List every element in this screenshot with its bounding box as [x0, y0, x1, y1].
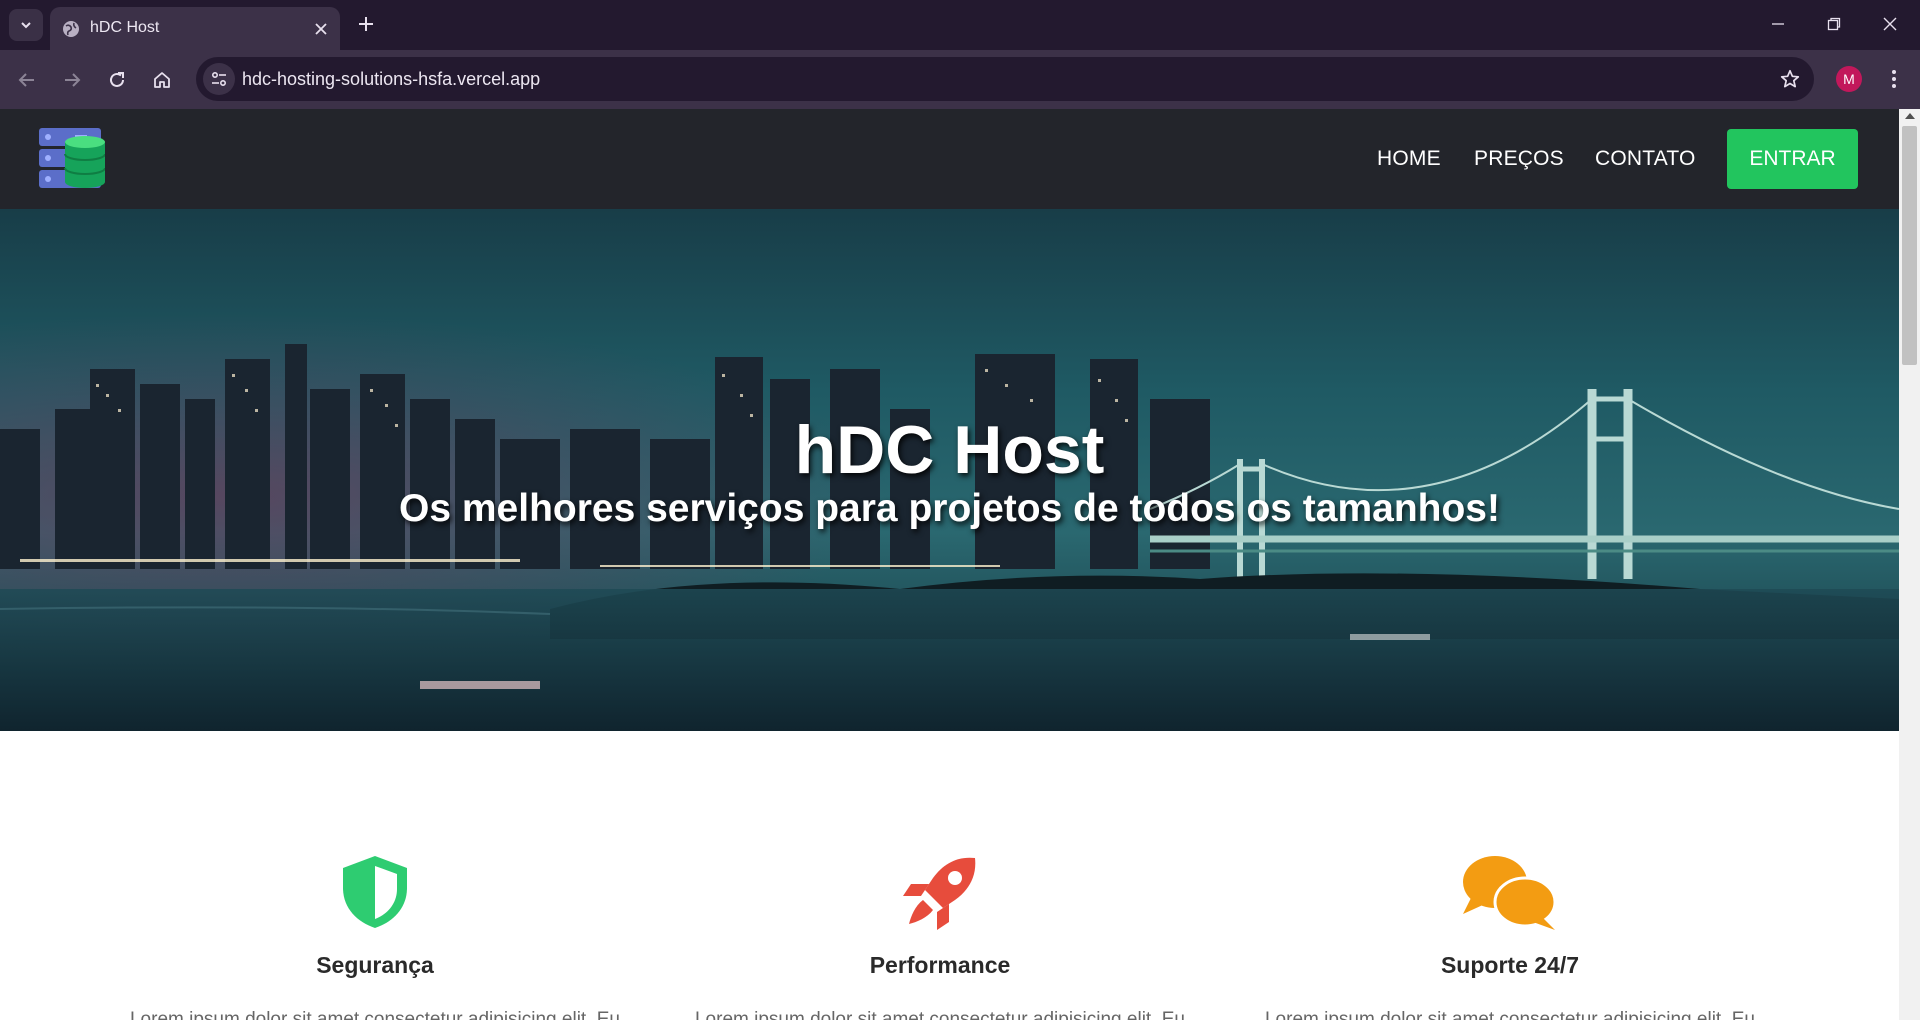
feature-card-performance: Performance Lorem ipsum dolor sit amet c… — [660, 854, 1220, 1020]
minimize-button[interactable] — [1750, 0, 1806, 48]
page-viewport: HOME PREÇOS CONTATO ENTRAR hDC Host Os m… — [0, 109, 1899, 1020]
site-info-button[interactable] — [203, 63, 235, 95]
chevron-down-icon — [21, 22, 31, 29]
feature-card-seguranca: Segurança Lorem ipsum dolor sit amet con… — [95, 854, 655, 1020]
chat-bubbles-icon — [1463, 856, 1557, 930]
plus-icon — [359, 17, 373, 31]
close-icon — [1883, 17, 1897, 31]
profile-avatar[interactable]: M — [1836, 66, 1862, 92]
feature-card-suporte: Suporte 24/7 Lorem ipsum dolor sit amet … — [1230, 854, 1790, 1020]
browser-tab[interactable]: hDC Host — [50, 7, 340, 50]
nav-home-link[interactable]: HOME — [1377, 147, 1441, 171]
globe-icon — [63, 21, 79, 37]
new-tab-button[interactable] — [352, 10, 380, 38]
scrollbar-thumb[interactable] — [1902, 126, 1917, 365]
back-button[interactable] — [10, 63, 44, 97]
feature-text: Lorem ipsum dolor sit amet consectetur a… — [1264, 1009, 1755, 1020]
restore-button[interactable] — [1806, 0, 1862, 48]
browser-menu-icon[interactable] — [1879, 64, 1909, 94]
browser-tab-bar: hDC Host — [0, 0, 1920, 50]
hero-section: hDC Host Os melhores serviços para proje… — [0, 209, 1899, 731]
forward-button[interactable] — [55, 63, 89, 97]
hero-title: hDC Host — [794, 412, 1105, 488]
server-database-logo[interactable] — [39, 128, 105, 190]
home-button[interactable] — [145, 63, 179, 97]
nav-contato-link[interactable]: CONTATO — [1595, 147, 1696, 171]
minimize-icon — [1772, 23, 1784, 25]
rocket-icon — [903, 857, 976, 930]
address-bar[interactable]: hdc-hosting-solutions-hsfa.vercel.app — [196, 57, 1814, 101]
close-window-button[interactable] — [1862, 0, 1918, 48]
tab-title: hDC Host — [90, 19, 160, 36]
feature-title: Suporte 24/7 — [1440, 952, 1580, 978]
bookmark-star-icon[interactable] — [1778, 67, 1802, 91]
hero-subtitle: Os melhores serviços para projetos de to… — [399, 487, 1500, 530]
scroll-up-arrow-icon[interactable] — [1905, 113, 1915, 119]
shield-icon — [343, 856, 407, 928]
close-tab-icon[interactable] — [310, 18, 332, 40]
entrar-button[interactable]: ENTRAR — [1727, 129, 1858, 189]
site-header: HOME PREÇOS CONTATO ENTRAR — [0, 109, 1899, 209]
home-icon — [154, 72, 170, 88]
feature-title: Segurança — [316, 952, 434, 978]
nav-precos-link[interactable]: PREÇOS — [1474, 147, 1564, 171]
page-scrollbar[interactable] — [1899, 109, 1920, 1020]
tab-search-button[interactable] — [9, 9, 43, 41]
reload-icon — [110, 72, 124, 87]
url-text[interactable]: hdc-hosting-solutions-hsfa.vercel.app — [242, 69, 540, 90]
browser-toolbar: hdc-hosting-solutions-hsfa.vercel.app M — [0, 50, 1920, 109]
reload-button[interactable] — [100, 63, 134, 97]
arrow-left-icon — [18, 73, 34, 87]
feature-title: Performance — [869, 952, 1011, 978]
arrow-right-icon — [65, 73, 81, 87]
restore-icon — [1827, 17, 1841, 31]
feature-text: Lorem ipsum dolor sit amet consectetur a… — [694, 1009, 1185, 1020]
feature-text: Lorem ipsum dolor sit amet consectetur a… — [129, 1009, 620, 1020]
tune-icon — [211, 71, 227, 87]
